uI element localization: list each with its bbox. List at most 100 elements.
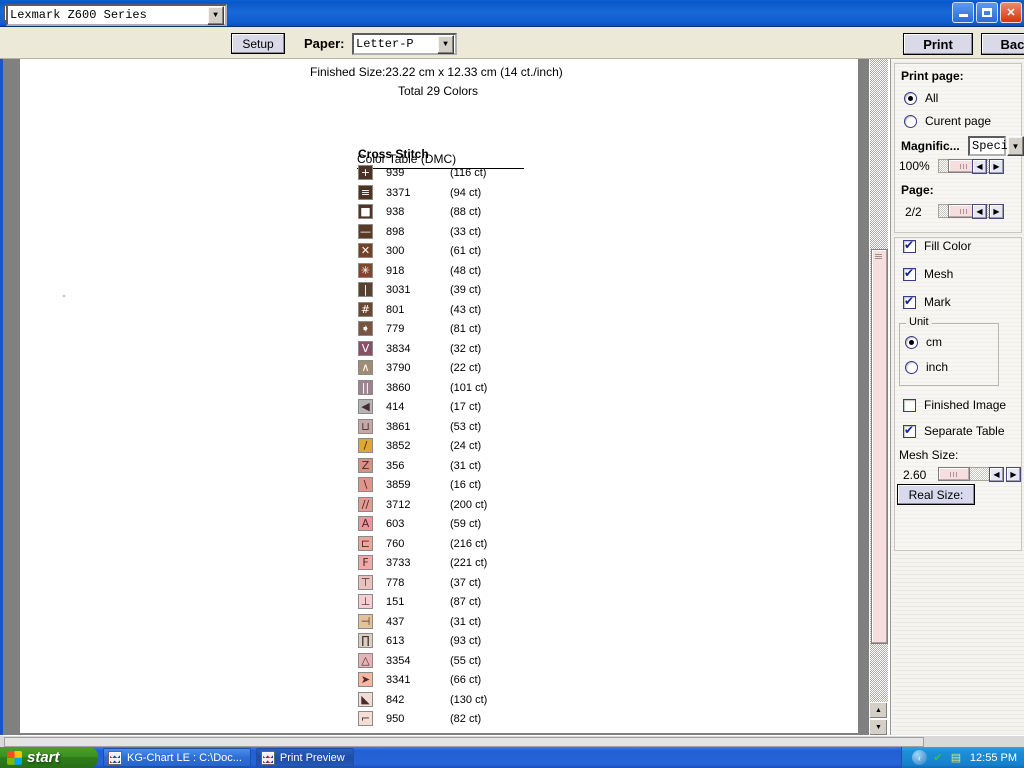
horizontal-scrollbar-thumb[interactable] [4,737,924,747]
stitch-count: (17 ct) [450,401,481,413]
taskbar-item-kg-chart[interactable]: KG-Chart LE : C:\Doc... [103,748,251,767]
color-table-row: ⌐950(82 ct) [358,711,588,731]
stitch-count: (43 ct) [450,304,481,316]
stitch-symbol-icon: / [359,439,372,452]
radio-print-all[interactable] [904,92,917,105]
vertical-scrollbar-thumb[interactable] [871,249,888,644]
dmc-code: 760 [386,538,404,550]
dmc-code: 3861 [386,421,410,433]
scroll-down-button[interactable]: ▼ [869,719,888,736]
chevron-down-icon[interactable]: ▼ [437,35,454,54]
stitch-symbol-icon: ≡ [359,186,372,199]
mesh-size-increase-button[interactable]: ▶ [1006,467,1021,482]
stitch-count: (31 ct) [450,460,481,472]
color-swatch: ➤ [358,672,373,687]
radio-print-current[interactable] [904,115,917,128]
stitch-count: (33 ct) [450,226,481,238]
page-previous-button[interactable]: ◀ [972,204,987,219]
page-next-button[interactable]: ▶ [989,204,1004,219]
color-table-row: —898(33 ct) [358,224,588,244]
color-table-row: //3712(200 ct) [358,497,588,517]
color-swatch: V [358,341,373,356]
checkbox-mark[interactable] [903,296,916,309]
stitch-symbol-icon: ⊤ [359,576,372,589]
color-table-row: ⊥151(87 ct) [358,594,588,614]
paper-select[interactable]: Letter-P ▼ [352,33,457,55]
color-swatch: || [358,380,373,395]
dmc-code: 918 [386,265,404,277]
dmc-code: 3712 [386,499,410,511]
color-table-row: +939(116 ct) [358,165,588,185]
print-page-label: Print page: [901,69,964,83]
print-button[interactable]: Print [903,33,973,55]
stitch-count: (101 ct) [450,382,487,394]
network-icon[interactable]: ▤ [949,751,963,765]
setup-button[interactable]: Setup [231,33,285,54]
stitch-count: (130 ct) [450,694,487,706]
checkbox-finished-image[interactable] [903,399,916,412]
magnification-select[interactable]: Speci [968,136,1006,156]
maximize-button[interactable] [976,2,998,23]
dmc-code: 3341 [386,674,410,686]
stitch-count: (87 ct) [450,596,481,608]
color-table-row: #801(43 ct) [358,302,588,322]
color-table-row: |3031(39 ct) [358,282,588,302]
stitch-count: (32 ct) [450,343,481,355]
chevron-down-icon[interactable]: ▼ [1007,136,1024,156]
stitch-symbol-icon: V [359,342,372,355]
stitch-count: (59 ct) [450,518,481,530]
radio-unit-cm-label: cm [926,335,942,349]
zoom-value: 100% [899,159,930,173]
stitch-count: (24 ct) [450,440,481,452]
shield-icon[interactable]: ✔ [931,751,945,765]
color-table-rows: +939(116 ct)≡3371(94 ct)■938(88 ct)—898(… [358,165,588,731]
stitch-symbol-icon: // [359,498,372,511]
color-swatch: ≡ [358,185,373,200]
start-button[interactable]: start [0,747,98,768]
horizontal-scrollbar[interactable] [0,735,1024,747]
real-size-button[interactable]: Real Size: [897,484,975,505]
printer-select[interactable]: Lexmark Z600 Series ▼ [6,4,227,26]
checkbox-separate-table[interactable] [903,425,916,438]
close-icon: ✕ [1006,6,1015,19]
minimize-button[interactable] [952,2,974,23]
color-swatch: F [358,555,373,570]
taskbar-item-label: Print Preview [280,752,345,764]
tray-expand-icon[interactable]: ‹ [912,750,927,765]
dmc-code: 779 [386,323,404,335]
checkbox-mesh[interactable] [903,268,916,281]
dmc-code: 938 [386,206,404,218]
dmc-code: 356 [386,460,404,472]
dmc-code: 603 [386,518,404,530]
color-swatch: ⊤ [358,575,373,590]
checkbox-fill-color[interactable] [903,240,916,253]
taskbar-item-print-preview[interactable]: Print Preview [256,748,354,767]
stitch-symbol-icon: ⊏ [359,537,372,550]
radio-unit-cm[interactable] [905,336,918,349]
maximize-icon [982,8,992,17]
stitch-symbol-icon: ⊣ [359,615,372,628]
stitch-symbol-icon: ◣ [359,693,372,706]
color-table-row: A603(59 ct) [358,516,588,536]
window-controls: ✕ [952,2,1022,23]
unit-group-label: Unit [906,316,932,328]
zoom-decrease-button[interactable]: ◀ [972,159,987,174]
chevron-down-icon[interactable]: ▼ [207,6,224,25]
scroll-up-button[interactable]: ▲ [869,702,888,719]
stitch-count: (37 ct) [450,577,481,589]
stitch-count: (61 ct) [450,245,481,257]
radio-unit-inch[interactable] [905,361,918,374]
close-button[interactable]: ✕ [1000,2,1022,23]
stitch-symbol-icon: ∧ [359,361,372,374]
color-swatch: ⊔ [358,419,373,434]
dmc-code: 3733 [386,557,410,569]
vertical-scrollbar[interactable] [869,59,888,735]
mesh-size-slider-thumb[interactable] [938,467,970,481]
zoom-increase-button[interactable]: ▶ [989,159,1004,174]
color-table-row: Z356(31 ct) [358,458,588,478]
stitch-symbol-icon: ⊔ [359,420,372,433]
radio-print-all-label: All [925,91,938,105]
color-table-row: ➧779(81 ct) [358,321,588,341]
back-button[interactable]: Back [981,33,1024,55]
mesh-size-decrease-button[interactable]: ◀ [989,467,1004,482]
